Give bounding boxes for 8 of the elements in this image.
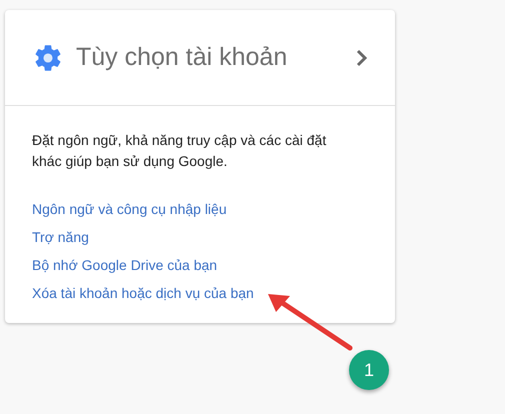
settings-link[interactable]: Trợ năng — [32, 223, 89, 251]
settings-link[interactable]: Ngôn ngữ và công cụ nhập liệu — [32, 195, 227, 223]
settings-link[interactable]: Bộ nhớ Google Drive của bạn — [32, 251, 218, 279]
step-number-badge: 1 — [349, 350, 389, 390]
chevron-right-icon[interactable] — [356, 48, 368, 66]
settings-link[interactable]: Xóa tài khoản hoặc dịch vụ của bạn — [32, 279, 254, 307]
card-title: Tùy chọn tài khoản — [76, 42, 288, 73]
card-description: Đặt ngôn ngữ, khả năng truy cập và các cài đặt khác giúp bạn sử dụng Google. — [32, 131, 328, 171]
